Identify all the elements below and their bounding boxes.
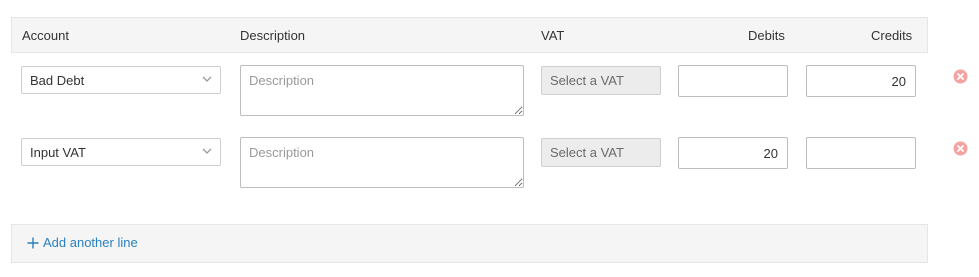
column-header-credits: Credits <box>871 28 913 43</box>
vat-select-value: Select a VAT <box>550 73 624 88</box>
account-select-value: Input VAT <box>30 145 86 160</box>
table-footer: Add another line <box>11 224 928 263</box>
credit-input[interactable] <box>806 65 916 97</box>
account-select-value: Bad Debt <box>30 73 85 88</box>
description-field[interactable] <box>240 65 524 116</box>
account-select[interactable]: Bad Debt <box>21 66 221 94</box>
chevron-down-icon <box>202 148 212 154</box>
remove-row-icon[interactable] <box>953 69 968 84</box>
vat-select[interactable]: Select a VAT <box>541 66 661 95</box>
add-line-button[interactable]: Add another line <box>27 235 138 250</box>
account-select[interactable]: Input VAT <box>21 138 221 166</box>
description-field[interactable] <box>240 137 524 188</box>
column-header-vat: VAT <box>541 28 565 43</box>
plus-icon <box>27 237 39 248</box>
add-line-label: Add another line <box>43 235 138 250</box>
debit-input[interactable] <box>678 65 788 97</box>
vat-select-value: Select a VAT <box>550 145 624 160</box>
debit-input[interactable] <box>678 137 788 169</box>
column-header-debits: Debits <box>748 28 785 43</box>
table-header: Account Description VAT Debits Credits <box>11 17 928 53</box>
column-header-account: Account <box>22 28 69 43</box>
column-header-description: Description <box>240 28 306 43</box>
credit-input[interactable] <box>806 137 916 169</box>
vat-select[interactable]: Select a VAT <box>541 138 661 167</box>
remove-row-icon[interactable] <box>953 141 968 156</box>
chevron-down-icon <box>202 76 212 82</box>
